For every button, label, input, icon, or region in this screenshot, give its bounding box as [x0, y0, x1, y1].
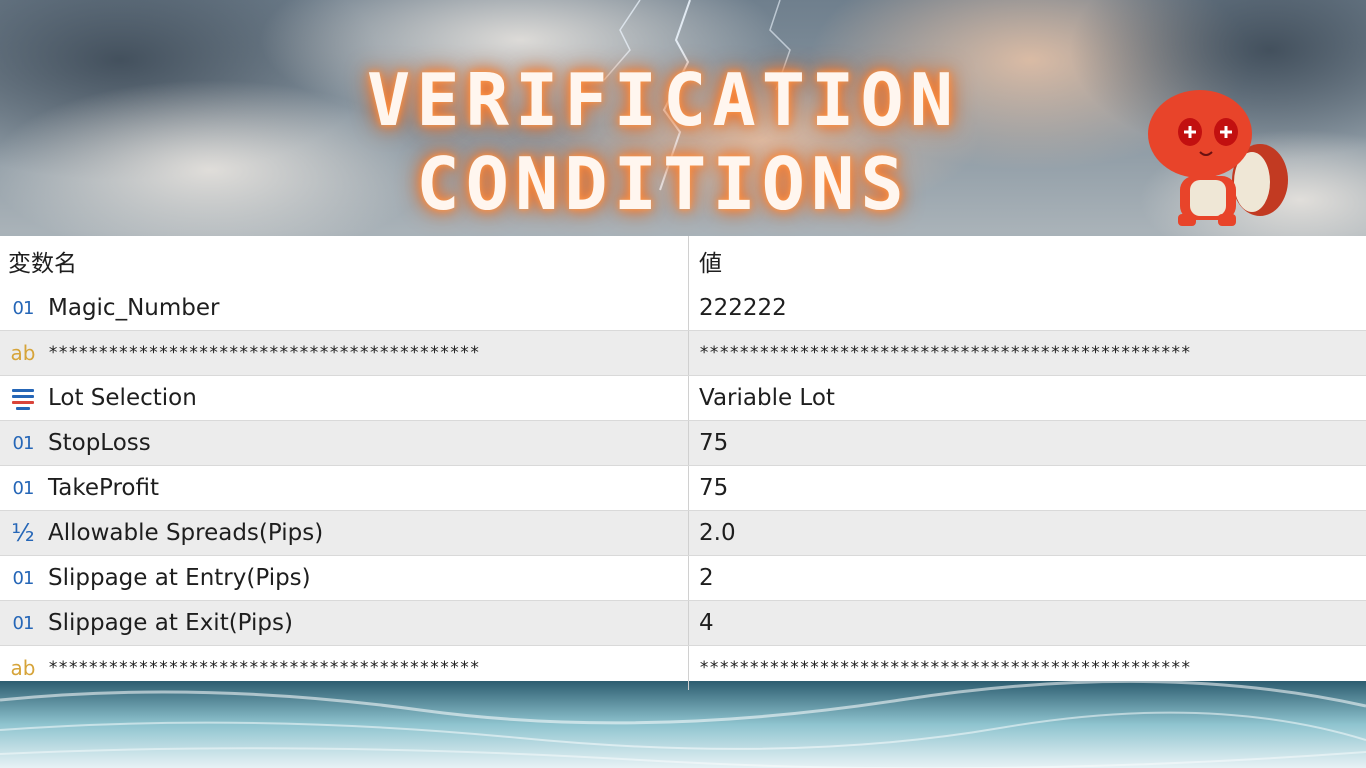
table-row[interactable]: Lot Selection Variable Lot [0, 376, 1366, 421]
param-value[interactable]: 2 [699, 565, 714, 591]
table-row[interactable]: ab *************************************… [0, 331, 1366, 376]
int-type-icon: 01 [12, 432, 35, 454]
enum-type-icon [8, 387, 38, 410]
header-value[interactable]: 値 [689, 236, 1366, 286]
double-type-icon: ½ [11, 519, 35, 547]
string-type-icon: ab [10, 341, 36, 365]
param-value[interactable]: 222222 [699, 295, 787, 321]
param-value[interactable]: 2.0 [699, 520, 736, 546]
param-name: StopLoss [48, 430, 151, 456]
param-name: ****************************************… [48, 658, 480, 678]
param-value[interactable]: Variable Lot [699, 385, 835, 411]
param-value[interactable]: 75 [699, 475, 728, 501]
int-type-icon: 01 [12, 612, 35, 634]
param-name: Allowable Spreads(Pips) [48, 520, 324, 546]
parameter-table: 変数名 値 01 Magic_Number 222222 ab ********… [0, 236, 1366, 690]
int-type-icon: 01 [12, 477, 35, 499]
param-name: Lot Selection [48, 385, 197, 411]
int-type-icon: 01 [12, 567, 35, 589]
param-value[interactable]: 4 [699, 610, 714, 636]
turtle-mascot-image [1148, 90, 1288, 226]
table-row[interactable]: ab *************************************… [0, 646, 1366, 690]
table-row[interactable]: 01 TakeProfit 75 [0, 466, 1366, 511]
table-row[interactable]: 01 Magic_Number 222222 [0, 286, 1366, 331]
param-name: ****************************************… [48, 343, 480, 363]
table-header: 変数名 値 [0, 236, 1366, 286]
param-name: Magic_Number [48, 295, 220, 321]
table-row[interactable]: 01 Slippage at Entry(Pips) 2 [0, 556, 1366, 601]
param-value[interactable]: 75 [699, 430, 728, 456]
param-value[interactable]: ****************************************… [699, 343, 1191, 363]
param-value[interactable]: ****************************************… [699, 658, 1191, 678]
header-variable-name[interactable]: 変数名 [0, 236, 689, 286]
banner-page: VERIFICATION CONDITIONS 変数名 値 01 Magic_N… [0, 0, 1366, 768]
string-type-icon: ab [10, 656, 36, 680]
param-name: TakeProfit [48, 475, 159, 501]
param-name: Slippage at Exit(Pips) [48, 610, 293, 636]
table-row[interactable]: 01 StopLoss 75 [0, 421, 1366, 466]
param-name: Slippage at Entry(Pips) [48, 565, 311, 591]
table-row[interactable]: ½ Allowable Spreads(Pips) 2.0 [0, 511, 1366, 556]
table-row[interactable]: 01 Slippage at Exit(Pips) 4 [0, 601, 1366, 646]
int-type-icon: 01 [12, 297, 35, 319]
